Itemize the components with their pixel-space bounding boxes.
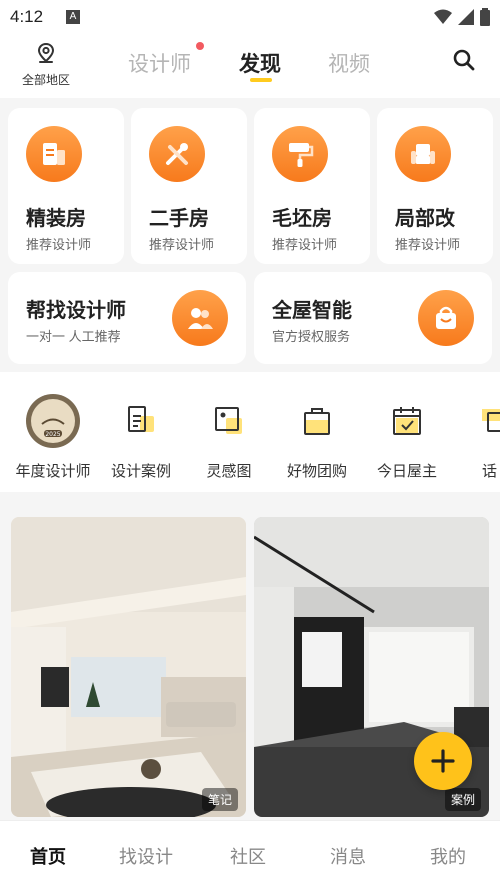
shortcut-label: 好物团购	[286, 463, 347, 480]
notification-icon: A	[66, 10, 80, 24]
service-subtitle: 推荐设计师	[26, 237, 92, 252]
feed-card-note[interactable]: 笔记	[11, 517, 246, 817]
service-subtitle: 推荐设计师	[395, 237, 461, 252]
promo-subtitle: 一对一 人工推荐	[26, 329, 121, 344]
case-file-icon	[96, 396, 186, 446]
nav-home[interactable]: 首页	[30, 843, 66, 869]
paint-roller-icon	[272, 126, 328, 182]
promo-find-designer[interactable]: 帮找设计师 一对一 人工推荐	[8, 272, 246, 364]
promo-title: 全屋智能	[272, 300, 352, 322]
shopping-bag-icon	[418, 290, 474, 346]
image-icon	[184, 396, 274, 446]
shortcut-topic[interactable]: 话	[448, 396, 500, 481]
active-tab-indicator	[250, 78, 272, 82]
shortcut-today-owner[interactable]: 今日屋主	[362, 396, 452, 481]
service-subtitle: 推荐设计师	[149, 237, 215, 252]
wifi-icon	[434, 9, 452, 24]
armchair-icon	[395, 126, 451, 182]
shortcut-label: 年度设计师	[15, 463, 91, 480]
location-pin-icon	[37, 42, 55, 63]
service-title: 二手房	[149, 208, 209, 230]
nav-community[interactable]: 社区	[230, 843, 266, 869]
service-subtitle: 推荐设计师	[272, 237, 338, 252]
shopping-bag-icon	[272, 396, 362, 446]
shortcut-label: 设计案例	[110, 463, 171, 480]
battery-icon	[480, 8, 490, 26]
status-bar: 4:12 A	[0, 0, 500, 34]
service-card-partial-renovation[interactable]: 局部改 推荐设计师	[377, 108, 493, 264]
living-room-photo	[11, 517, 246, 817]
add-post-button[interactable]	[414, 732, 472, 790]
promo-smart-home[interactable]: 全屋智能 官方授权服务	[254, 272, 492, 364]
location-selector[interactable]: 全部地区	[20, 42, 72, 88]
tools-icon	[149, 126, 205, 182]
shortcut-label: 灵感图	[206, 463, 252, 480]
nav-messages[interactable]: 消息	[330, 843, 366, 869]
service-title: 毛坯房	[272, 208, 332, 230]
feed-tag: 笔记	[201, 788, 238, 811]
people-icon	[172, 290, 228, 346]
shortcut-label: 今日屋主	[376, 463, 437, 480]
bottom-nav: 首页 找设计 社区 消息 我的	[0, 820, 500, 888]
badge-year: 2025	[45, 431, 60, 438]
shortcut-row: 2025 年度设计师 设计案例 灵感图 好物团购 今日屋主 话	[0, 372, 500, 492]
service-card-fine-decoration[interactable]: 精装房 推荐设计师	[8, 108, 124, 264]
shortcut-group-buy[interactable]: 好物团购	[272, 396, 362, 481]
system-icons	[434, 8, 490, 26]
calendar-check-icon	[362, 396, 452, 446]
shortcut-label: 话	[482, 463, 498, 480]
promo-subtitle: 官方授权服务	[272, 329, 351, 344]
tab-video[interactable]: 视频	[328, 48, 370, 78]
plus-icon	[431, 749, 455, 773]
feed-tag: 案例	[444, 788, 481, 811]
nav-find-design[interactable]: 找设计	[119, 843, 173, 869]
nav-profile[interactable]: 我的	[430, 843, 466, 869]
tab-discover[interactable]: 发现	[239, 48, 281, 78]
award-badge-icon: 2025	[8, 394, 98, 448]
promo-title: 帮找设计师	[26, 300, 126, 322]
signal-icon	[458, 9, 474, 25]
tab-notification-dot	[196, 42, 204, 50]
shortcut-annual-designer[interactable]: 2025 年度设计师	[8, 394, 98, 481]
location-label: 全部地区	[21, 73, 70, 87]
service-title: 精装房	[26, 208, 86, 230]
topic-icon	[448, 396, 500, 446]
shortcut-design-cases[interactable]: 设计案例	[96, 396, 186, 481]
top-nav: 全部地区 设计师 发现 视频	[0, 34, 500, 98]
search-icon[interactable]	[452, 48, 476, 72]
shortcut-inspiration[interactable]: 灵感图	[184, 396, 274, 481]
service-title: 局部改	[395, 208, 455, 230]
service-card-bare-house[interactable]: 毛坯房 推荐设计师	[254, 108, 370, 264]
tab-designers[interactable]: 设计师	[128, 48, 191, 78]
service-card-second-hand[interactable]: 二手房 推荐设计师	[131, 108, 247, 264]
status-time: 4:12	[10, 7, 44, 26]
document-icon	[26, 126, 82, 182]
